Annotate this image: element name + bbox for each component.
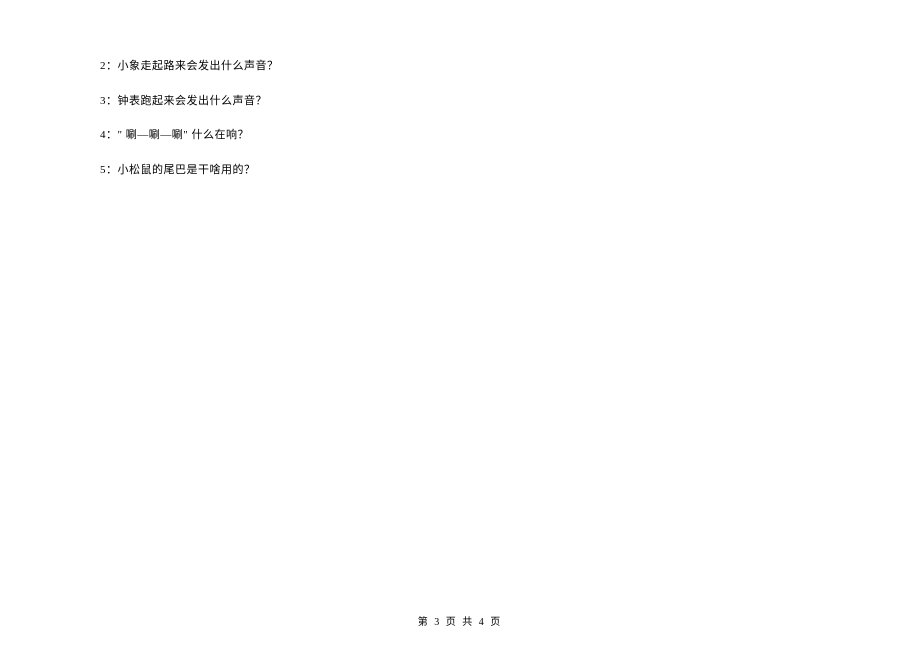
question-line: 4：" 唰—唰—唰" 什么在响？ <box>100 127 820 144</box>
question-separator: ： <box>106 164 118 176</box>
footer-middle1: 页 <box>446 617 458 628</box>
question-text: " 唰—唰—唰" 什么在响？ <box>118 129 249 141</box>
question-text: 小象走起路来会发出什么声音？ <box>118 60 279 72</box>
question-separator: ： <box>106 95 118 107</box>
footer-total-pages: 4 <box>479 617 486 628</box>
question-line: 2：小象走起路来会发出什么声音？ <box>100 58 820 75</box>
question-text: 小松鼠的尾巴是干啥用的？ <box>118 164 256 176</box>
footer-current-page: 3 <box>434 617 441 628</box>
question-separator: ： <box>106 129 118 141</box>
page-footer: 第 3 页 共 4 页 <box>0 613 920 628</box>
question-line: 5：小松鼠的尾巴是干啥用的？ <box>100 162 820 179</box>
document-content: 2：小象走起路来会发出什么声音？ 3：钟表跑起来会发出什么声音？ 4：" 唰—唰… <box>0 0 920 178</box>
question-text: 钟表跑起来会发出什么声音？ <box>118 95 268 107</box>
footer-suffix: 页 <box>490 617 502 628</box>
question-separator: ： <box>106 60 118 72</box>
question-line: 3：钟表跑起来会发出什么声音？ <box>100 93 820 110</box>
footer-middle2: 共 <box>462 617 474 628</box>
footer-prefix: 第 <box>418 617 430 628</box>
